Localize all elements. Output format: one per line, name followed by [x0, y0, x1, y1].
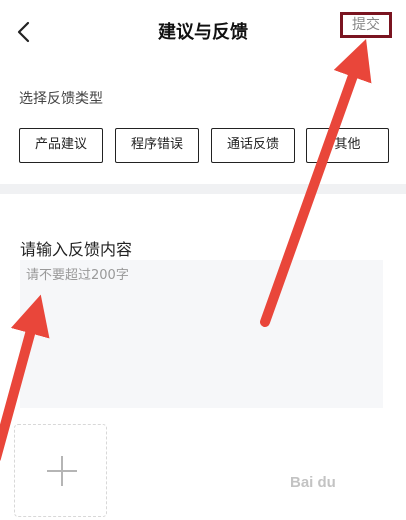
- type-option-call-feedback[interactable]: 通话反馈: [211, 128, 295, 163]
- type-option-program-error[interactable]: 程序错误: [115, 128, 199, 163]
- watermark: Bai du: [290, 474, 336, 491]
- type-option-other[interactable]: 其他: [306, 128, 389, 163]
- type-option-product-suggestion[interactable]: 产品建议: [19, 128, 103, 163]
- submit-button[interactable]: 提交: [340, 12, 392, 38]
- nav-bar: 建议与反馈 提交: [0, 0, 406, 64]
- feedback-type-label: 选择反馈类型: [19, 91, 103, 107]
- feedback-content-input[interactable]: [20, 260, 383, 408]
- content-label: 请输入反馈内容: [20, 240, 133, 259]
- add-image-button[interactable]: [14, 424, 107, 517]
- section-divider: [0, 184, 406, 194]
